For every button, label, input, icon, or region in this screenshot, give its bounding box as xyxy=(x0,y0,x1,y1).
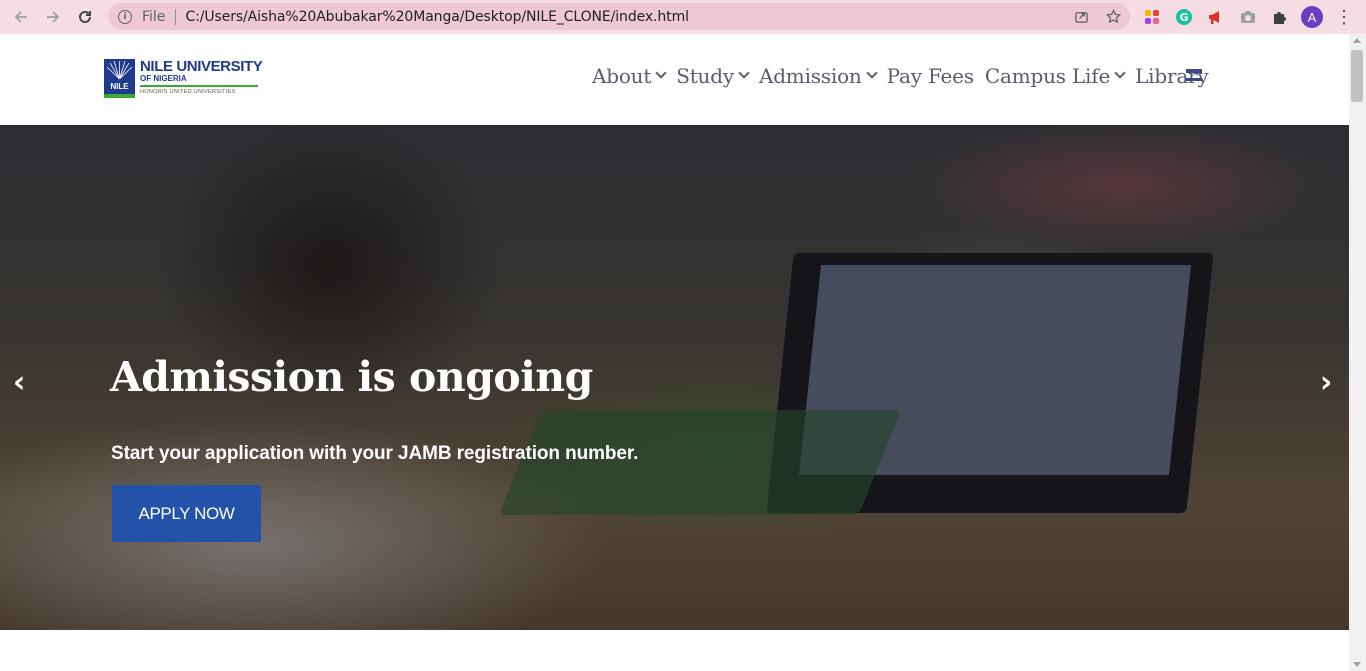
chevron-down-icon xyxy=(738,67,750,79)
svg-text:G: G xyxy=(1179,11,1188,24)
nav-item-label: Study xyxy=(676,64,734,88)
nav-item-study[interactable]: Study xyxy=(676,64,750,88)
divider xyxy=(175,8,177,25)
logo-text: NILE UNIVERSITY OF NIGERIA HONORIS UNITE… xyxy=(140,58,263,95)
hero-title: Admission is ongoing xyxy=(110,353,593,401)
site-header: NILE NILE UNIVERSITY OF NIGERIA HONORIS … xyxy=(0,34,1349,125)
file-label: File xyxy=(142,8,166,25)
camera-icon[interactable] xyxy=(1236,5,1260,29)
arrow-right-icon xyxy=(47,11,60,23)
profile-initial: A xyxy=(1301,6,1323,28)
address-bar[interactable]: i File C:/Users/Aisha%20Abubakar%20Manga… xyxy=(108,3,1130,30)
chevron-down-icon xyxy=(865,67,878,79)
info-icon[interactable]: i xyxy=(118,9,132,24)
page-scrollbar[interactable] xyxy=(1349,34,1366,671)
nav-item-pay-fees[interactable]: Pay Fees xyxy=(887,64,974,88)
web-page: NILE NILE UNIVERSITY OF NIGERIA HONORIS … xyxy=(0,34,1349,671)
scroll-down-arrow-icon[interactable] xyxy=(1353,662,1361,667)
logo-title: NILE UNIVERSITY xyxy=(140,58,263,75)
logo-mark: NILE xyxy=(104,59,135,98)
forward-button[interactable] xyxy=(40,4,66,30)
site-logo[interactable]: NILE NILE UNIVERSITY OF NIGERIA HONORIS … xyxy=(104,58,263,99)
reload-icon xyxy=(79,11,91,23)
back-button[interactable] xyxy=(8,4,34,30)
hero-carousel: ‹ Admission is ongoing Start your applic… xyxy=(0,125,1349,630)
reload-button[interactable] xyxy=(72,4,98,30)
hero-subtitle: Start your application with your JAMB re… xyxy=(111,443,639,464)
bookmark-star-icon[interactable] xyxy=(1104,7,1122,25)
nav-item-label: Admission xyxy=(758,64,862,88)
extension-apps-icon[interactable] xyxy=(1140,5,1164,29)
nav-item-campus-life[interactable]: Campus Life xyxy=(984,64,1126,88)
nav-item-admission[interactable]: Admission xyxy=(758,64,878,88)
sunburst-icon xyxy=(106,61,133,79)
hamburger-menu-icon[interactable] xyxy=(1186,69,1202,81)
apply-now-button[interactable]: APPLY NOW xyxy=(112,485,261,542)
nav-item-label: About xyxy=(592,64,652,88)
nav-item-label: Campus Life xyxy=(984,64,1111,88)
scroll-up-arrow-icon[interactable] xyxy=(1353,38,1361,43)
browser-toolbar: i File C:/Users/Aisha%20Abubakar%20Manga… xyxy=(0,0,1366,34)
logo-mark-text: NILE xyxy=(110,82,129,91)
share-icon[interactable] xyxy=(1072,7,1090,25)
megaphone-icon[interactable] xyxy=(1204,5,1228,29)
grammarly-icon[interactable]: G xyxy=(1172,5,1196,29)
logo-tagline: HONORIS UNITED UNIVERSITIES xyxy=(140,89,236,95)
logo-subtitle: OF NIGERIA xyxy=(140,74,187,83)
scroll-thumb[interactable] xyxy=(1351,50,1363,102)
more-menu-icon[interactable]: ⋮ xyxy=(1332,5,1356,29)
nav-item-label: Pay Fees xyxy=(886,64,974,88)
profile-avatar[interactable]: A xyxy=(1300,5,1324,29)
logo-divider xyxy=(140,85,258,87)
puzzle-extensions-icon[interactable] xyxy=(1268,5,1292,29)
logo-green-bar xyxy=(104,94,135,98)
url-text[interactable]: C:/Users/Aisha%20Abubakar%20Manga/Deskto… xyxy=(185,9,689,25)
main-nav: About Study Admission Pay Fees Campus Li… xyxy=(592,64,1220,88)
carousel-prev-arrow[interactable]: ‹ xyxy=(13,365,25,400)
chevron-down-icon xyxy=(655,67,667,79)
carousel-next-arrow[interactable]: › xyxy=(1320,365,1332,400)
chevron-down-icon xyxy=(1114,67,1126,79)
nav-item-about[interactable]: About xyxy=(592,64,667,88)
arrow-left-icon xyxy=(14,11,27,23)
